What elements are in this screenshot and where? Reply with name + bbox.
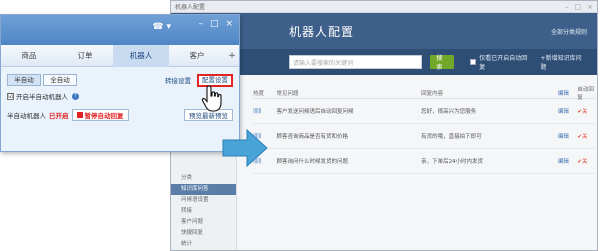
question-cell: 客户发送问候语后自动回复问候 — [276, 109, 354, 115]
edit-link[interactable]: 编辑 — [558, 157, 578, 165]
status-value: 已开启 — [49, 112, 69, 120]
chat-assistant-window: ☎ ▾ – □ × 商品 订单 机器人 客户 + 半自动 全自动 转接设置 配置设置 ☑… — [0, 14, 240, 152]
checkbox-icon[interactable] — [470, 59, 477, 65]
auto-reply-toggle[interactable]: ✔关 — [577, 132, 595, 140]
search-button[interactable]: 搜索 — [430, 55, 455, 71]
answer-cell: 有货的哦，直接拍下即可 — [421, 134, 482, 140]
col-edit: 编辑 — [557, 90, 569, 97]
minimize-icon[interactable]: – — [198, 19, 203, 29]
maximize-icon[interactable]: □ — [575, 3, 582, 11]
transfer-settings-link[interactable]: 转接设置 — [165, 75, 191, 85]
search-input[interactable]: 请输入要搜索的关键词 — [289, 55, 423, 69]
config-titlebar: 机器人配置 – □ × — [171, 1, 597, 13]
sidebar-item[interactable]: 问候语设置 — [171, 195, 236, 206]
qa-table: 热度 常见问题 回复内容 编辑 自动回复 |||||| 客户发送问候语后自动回复问… — [253, 87, 595, 174]
config-window-title: 机器人配置 — [175, 4, 206, 11]
sidebar-item[interactable]: 快捷回复 — [171, 228, 236, 239]
semi-auto-button[interactable]: 半自动 — [7, 74, 41, 86]
robot-window-topbar: ☎ ▾ – □ × — [1, 15, 239, 45]
auto-reply-toggle[interactable]: ✔关 — [577, 107, 595, 115]
phone-icon[interactable]: ☎ ▾ — [152, 22, 171, 32]
sidebar-item[interactable]: 客户问题 — [171, 217, 236, 228]
tabs-more-icon[interactable]: + — [225, 51, 239, 61]
table-header: 热度 常见问题 回复内容 编辑 自动回复 — [253, 86, 595, 101]
hand-cursor-icon — [201, 85, 222, 112]
col-auto: 自动回复 — [577, 86, 594, 101]
table-row: |||||| 顾客咨询商品是否有货和价格 有货的哦，直接拍下即可 编辑 ✔关 — [253, 124, 595, 149]
maximize-icon[interactable]: □ — [210, 19, 219, 29]
config-header-title: 机器人配置 — [289, 24, 355, 39]
filter-checkbox[interactable]: 仅看已开启自动回复 — [470, 53, 532, 71]
help-icon[interactable]: ? — [72, 92, 79, 100]
robot-window-controls: – □ × — [198, 19, 233, 29]
auto-reply-toggle[interactable]: ✔关 — [577, 157, 595, 165]
tab-item[interactable]: 商品 — [1, 45, 57, 67]
hot-meter: |||||| — [253, 108, 262, 114]
edit-link[interactable]: 编辑 — [558, 132, 578, 140]
tab-item[interactable]: 订单 — [57, 45, 113, 67]
full-auto-button[interactable]: 全自动 — [43, 74, 77, 86]
pause-auto-reply-label: 暂停自动回复 — [84, 112, 124, 120]
answer-cell: 亲，下单后24小时内发货 — [421, 159, 484, 165]
question-cell: 顾客咨询商品是否有货和价格 — [276, 134, 348, 140]
table-row: |||||| 客户发送问候语后自动回复问候 您好，很高兴为您服务 编辑 ✔关 — [253, 99, 595, 124]
sidebar-item[interactable]: 分类 — [171, 173, 236, 184]
table-row: |||||| 顾客询问什么时候发货的问题 亲，下单后24小时内发货 编辑 ✔关 — [253, 149, 595, 174]
add-question-link[interactable]: +新增知识库问题 — [541, 53, 587, 71]
sidebar-item[interactable]: 知识库问答 — [171, 184, 236, 195]
filter-label: 仅看已开启自动回复 — [479, 55, 528, 71]
question-cell: 顾客询问什么时候发货的问题 — [276, 159, 348, 165]
tab-item[interactable]: 客户 — [169, 45, 225, 67]
table-body: |||||| 客户发送问候语后自动回复问候 您好，很高兴为您服务 编辑 ✔关 ||||||… — [253, 99, 595, 174]
close-icon[interactable]: × — [587, 3, 593, 11]
enable-semi-auto-checkbox[interactable]: ☑ — [7, 92, 14, 100]
tab-item[interactable]: 机器人 — [113, 44, 169, 67]
config-window-controls: – □ × — [565, 3, 593, 11]
robot-tabbar: 商品 订单 机器人 客户 + — [1, 44, 239, 67]
enable-semi-auto-label: 开启半自动机器人 — [16, 93, 68, 101]
all-category-rules-link[interactable]: 全部分类规则 — [551, 27, 587, 36]
sidebar-item[interactable]: 转接 — [171, 206, 236, 217]
pause-icon — [76, 112, 83, 118]
screen: 机器人配置 – □ × 机器人配置 全部分类规则 请输入要搜索的关键词 搜索 仅… — [0, 0, 600, 251]
edit-link[interactable]: 编辑 — [558, 107, 578, 115]
pause-auto-reply-button[interactable]: 暂停自动回复 — [71, 109, 129, 121]
col-answer: 回复内容 — [421, 90, 444, 97]
sidebar-item[interactable]: 统计 — [171, 239, 236, 250]
answer-cell: 您好，很高兴为您服务 — [421, 109, 477, 115]
col-hot: 热度 — [253, 90, 265, 97]
col-question: 常见问题 — [276, 90, 299, 97]
close-icon[interactable]: × — [225, 19, 233, 29]
arrow-right-icon — [222, 128, 268, 168]
minimize-icon[interactable]: – — [565, 3, 569, 11]
status-prefix: 半自动机器人 — [7, 112, 46, 120]
